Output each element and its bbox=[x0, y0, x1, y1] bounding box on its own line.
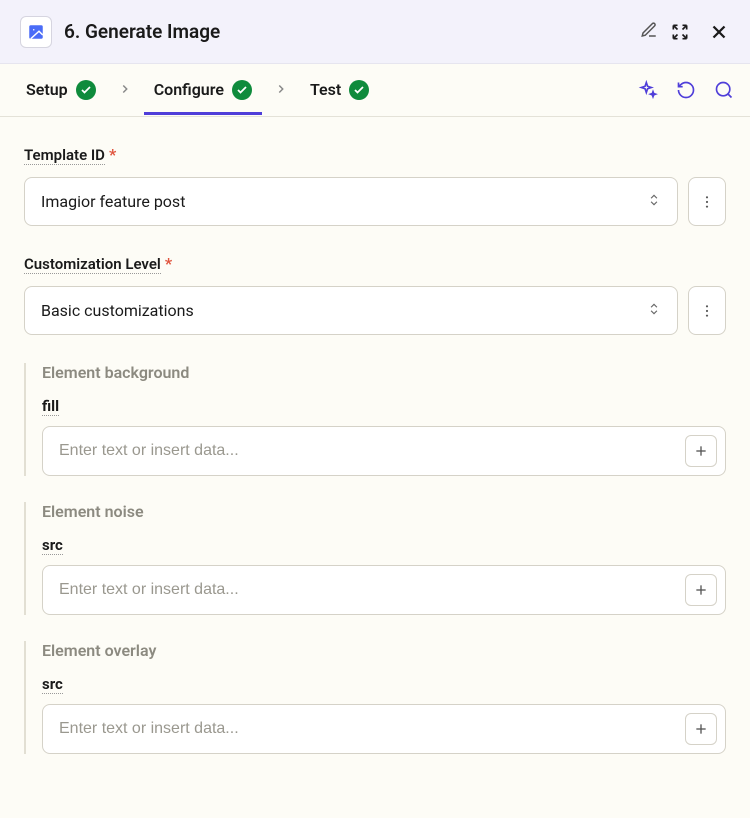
sparkle-icon[interactable] bbox=[638, 80, 658, 100]
element-noise-input[interactable] bbox=[59, 575, 677, 605]
customization-level-more-button[interactable] bbox=[688, 286, 726, 335]
element-background-sublabel: fill bbox=[42, 397, 59, 416]
customization-level-value: Basic customizations bbox=[41, 301, 194, 320]
element-overlay-group: Element overlay src bbox=[24, 641, 726, 754]
element-overlay-sublabel: src bbox=[42, 675, 63, 694]
element-background-input[interactable] bbox=[59, 436, 677, 466]
check-icon bbox=[76, 80, 96, 100]
panel-header: 6. Generate Image bbox=[0, 0, 750, 64]
chevron-right-icon bbox=[112, 81, 138, 100]
template-id-value: Imagior feature post bbox=[41, 192, 185, 211]
insert-data-button[interactable] bbox=[685, 574, 717, 606]
element-noise-input-row bbox=[42, 565, 726, 615]
element-background-group: Element background fill bbox=[24, 363, 726, 476]
undo-icon[interactable] bbox=[676, 80, 696, 100]
insert-data-button[interactable] bbox=[685, 713, 717, 745]
tab-setup[interactable]: Setup bbox=[16, 66, 106, 115]
element-noise-sublabel: src bbox=[42, 536, 63, 555]
tab-configure[interactable]: Configure bbox=[144, 66, 262, 115]
tab-test-label: Test bbox=[310, 80, 341, 99]
customization-level-label: Customization Level bbox=[24, 255, 161, 274]
panel-title: 6. Generate Image bbox=[64, 20, 632, 43]
template-id-select[interactable]: Imagior feature post bbox=[24, 177, 678, 226]
chevron-right-icon bbox=[268, 81, 294, 100]
configure-panel: Template ID* Imagior feature post Custom… bbox=[0, 117, 750, 754]
tab-setup-label: Setup bbox=[26, 80, 68, 99]
element-noise-title: Element noise bbox=[42, 502, 726, 521]
select-caret-icon bbox=[647, 301, 661, 320]
element-overlay-title: Element overlay bbox=[42, 641, 726, 660]
check-icon bbox=[349, 80, 369, 100]
element-noise-group: Element noise src bbox=[24, 502, 726, 615]
insert-data-button[interactable] bbox=[685, 435, 717, 467]
field-customization-level: Customization Level* Basic customization… bbox=[24, 254, 726, 335]
close-icon[interactable] bbox=[708, 21, 730, 43]
template-id-more-button[interactable] bbox=[688, 177, 726, 226]
required-marker: * bbox=[165, 254, 172, 273]
search-icon[interactable] bbox=[714, 80, 734, 100]
field-template-id: Template ID* Imagior feature post bbox=[24, 145, 726, 226]
tab-configure-label: Configure bbox=[154, 80, 224, 99]
element-overlay-input[interactable] bbox=[59, 714, 677, 744]
element-background-input-row bbox=[42, 426, 726, 476]
image-icon bbox=[20, 16, 52, 48]
expand-icon[interactable] bbox=[670, 22, 690, 42]
customization-level-select[interactable]: Basic customizations bbox=[24, 286, 678, 335]
element-overlay-input-row bbox=[42, 704, 726, 754]
template-id-label: Template ID bbox=[24, 146, 105, 165]
element-background-title: Element background bbox=[42, 363, 726, 382]
check-icon bbox=[232, 80, 252, 100]
select-caret-icon bbox=[647, 192, 661, 211]
tab-test[interactable]: Test bbox=[300, 66, 379, 115]
tab-bar: Setup Configure Test bbox=[0, 64, 750, 117]
edit-title-button[interactable] bbox=[640, 21, 658, 43]
required-marker: * bbox=[109, 145, 116, 164]
